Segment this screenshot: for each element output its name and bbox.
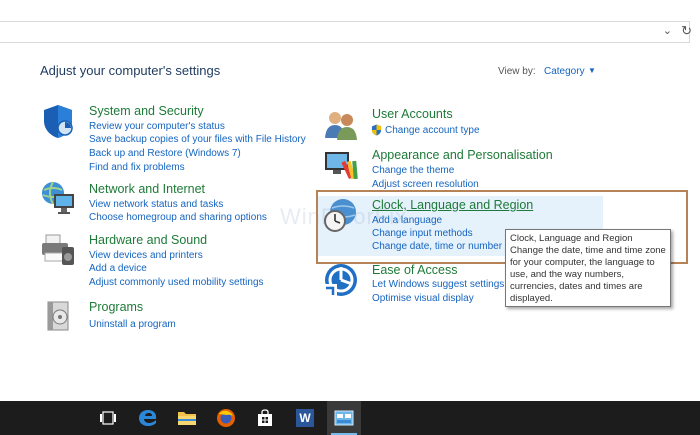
tooltip: Clock, Language and Region Change the da…	[505, 229, 671, 307]
address-dropdown-icon[interactable]: ⌄	[663, 24, 672, 37]
ease-of-access-icon	[323, 264, 357, 298]
taskbar-word[interactable]: W	[288, 401, 322, 435]
link-network-status[interactable]: View network status and tasks	[89, 199, 223, 210]
uac-shield-icon	[371, 124, 382, 136]
link-backup-restore[interactable]: Back up and Restore (Windows 7)	[89, 148, 241, 159]
view-by-caret-icon[interactable]: ▼	[588, 66, 596, 75]
tooltip-title: Clock, Language and Region	[510, 233, 633, 244]
shield-icon	[44, 105, 73, 138]
view-by-dropdown[interactable]: Category	[544, 66, 585, 77]
refresh-icon[interactable]: ↻	[681, 23, 692, 39]
link-screen-resolution[interactable]: Adjust screen resolution	[372, 179, 479, 190]
edge-browser-icon	[139, 410, 157, 426]
firefox-icon	[217, 409, 235, 427]
link-review-status[interactable]: Review your computer's status	[89, 121, 225, 132]
link-devices-printers[interactable]: View devices and printers	[89, 250, 203, 261]
taskbar: W	[0, 401, 700, 435]
page-title: Adjust your computer's settings	[40, 63, 221, 78]
task-view-icon	[100, 411, 116, 425]
control-panel-icon	[334, 410, 354, 426]
category-title[interactable]: Programs	[89, 300, 143, 314]
task-view-button[interactable]	[91, 401, 125, 435]
tooltip-body: Change the date, time and time zone for …	[510, 245, 666, 304]
link-optimise-visual[interactable]: Optimise visual display	[372, 293, 474, 304]
taskbar-edge[interactable]	[131, 401, 165, 435]
category-title[interactable]: Ease of Access	[372, 263, 457, 277]
view-by-label: View by:	[498, 66, 536, 77]
users-icon	[325, 112, 357, 140]
link-add-device[interactable]: Add a device	[89, 263, 147, 274]
programs-disc-icon	[47, 301, 69, 331]
category-title[interactable]: Hardware and Sound	[89, 233, 207, 247]
store-bag-icon	[258, 409, 272, 426]
link-change-theme[interactable]: Change the theme	[372, 165, 454, 176]
taskbar-control-panel[interactable]	[327, 401, 361, 435]
word-icon: W	[296, 409, 314, 427]
taskbar-store[interactable]	[248, 401, 282, 435]
category-title[interactable]: Network and Internet	[89, 182, 205, 196]
link-find-fix[interactable]: Find and fix problems	[89, 162, 185, 173]
link-windows-suggest[interactable]: Let Windows suggest settings	[372, 279, 504, 290]
link-file-history[interactable]: Save backup copies of your files with Fi…	[89, 134, 306, 145]
taskbar-firefox[interactable]	[209, 401, 243, 435]
taskbar-file-explorer[interactable]	[170, 401, 204, 435]
category-title[interactable]: System and Security	[89, 104, 204, 118]
link-change-account-type[interactable]: Change account type	[385, 125, 480, 136]
address-bar[interactable]	[0, 21, 690, 43]
link-uninstall[interactable]: Uninstall a program	[89, 319, 176, 330]
printer-icon	[42, 234, 74, 265]
folder-icon	[178, 412, 196, 425]
network-globe-icon	[42, 181, 74, 214]
category-title[interactable]: User Accounts	[372, 107, 453, 121]
appearance-monitor-icon	[325, 152, 358, 180]
link-homegroup[interactable]: Choose homegroup and sharing options	[89, 212, 267, 223]
link-mobility[interactable]: Adjust commonly used mobility settings	[89, 277, 264, 288]
category-title[interactable]: Appearance and Personalisation	[372, 148, 553, 162]
